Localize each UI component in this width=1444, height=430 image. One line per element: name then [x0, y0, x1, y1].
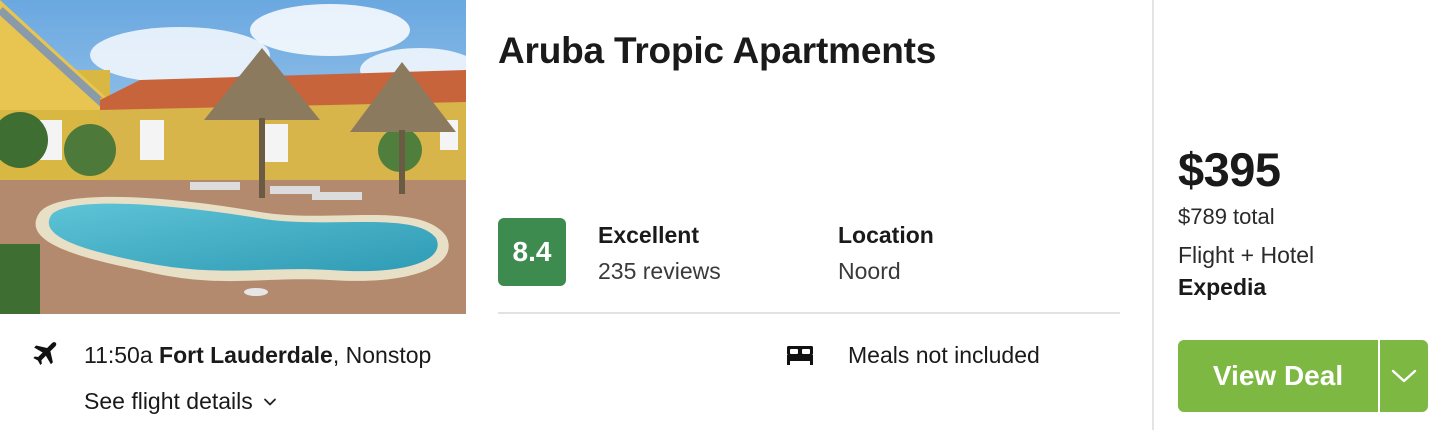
location-label: Location: [838, 222, 934, 248]
bed-icon: [787, 346, 813, 365]
price: $395: [1178, 143, 1281, 196]
meals-info: Meals not included: [848, 342, 1040, 368]
rating-label: Excellent: [598, 222, 699, 248]
section-divider: [498, 312, 1120, 314]
see-flight-details-label: See flight details: [84, 388, 253, 414]
provider-name: Expedia: [1178, 274, 1267, 300]
flight-summary: 11:50a Fort Lauderdale, Nonstop: [84, 342, 431, 369]
deal-options-toggle[interactable]: [1380, 340, 1428, 412]
view-deal-button[interactable]: View Deal: [1178, 340, 1378, 412]
score-badge: 8.4: [498, 218, 566, 286]
flight-airport: Fort Lauderdale: [159, 342, 333, 368]
column-divider: [1152, 0, 1154, 430]
review-count: 235 reviews: [598, 258, 721, 284]
flight-time: 11:50a: [84, 342, 153, 368]
hotel-photo-image: [0, 0, 466, 314]
see-flight-details-link[interactable]: See flight details: [84, 388, 277, 415]
plane-icon: [33, 342, 57, 365]
chevron-down-icon: [263, 398, 276, 405]
hotel-photo[interactable]: [0, 0, 466, 314]
hotel-name[interactable]: Aruba Tropic Apartments: [498, 30, 936, 72]
deal-type: Flight + Hotel: [1178, 242, 1315, 268]
price-total: $789 total: [1178, 204, 1275, 229]
location-value: Noord: [838, 258, 901, 284]
chevron-down-icon: [1391, 369, 1417, 383]
flight-stops: , Nonstop: [332, 342, 432, 368]
